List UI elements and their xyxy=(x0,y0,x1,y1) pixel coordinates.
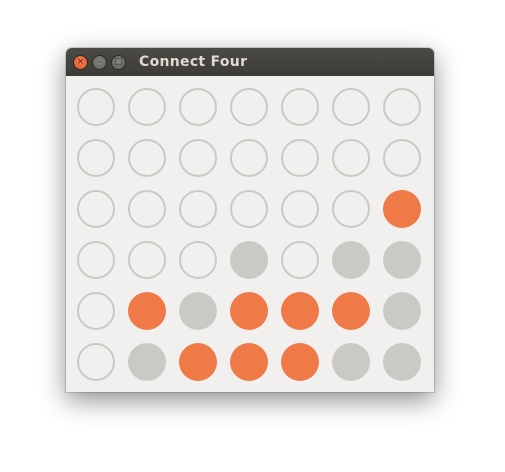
title-bar[interactable]: × – □ Connect Four xyxy=(66,48,434,76)
maximize-icon[interactable]: □ xyxy=(111,55,126,70)
board-cell-r4-c6-gray[interactable] xyxy=(332,241,370,279)
board-cell-r3-c3-empty[interactable] xyxy=(179,190,217,228)
board-cell-r1-c7-empty[interactable] xyxy=(383,88,421,126)
board-cell-r4-c7-gray[interactable] xyxy=(383,241,421,279)
board-cell-r3-c2-empty[interactable] xyxy=(128,190,166,228)
board-cell-r1-c3-empty[interactable] xyxy=(179,88,217,126)
board-cell-r6-c3-orange[interactable] xyxy=(179,343,217,381)
board-cell-r2-c5-empty[interactable] xyxy=(281,139,319,177)
board-cell-r6-c7-gray[interactable] xyxy=(383,343,421,381)
game-window: × – □ Connect Four xyxy=(66,48,434,392)
board-cell-r6-c1-empty[interactable] xyxy=(77,343,115,381)
board-cell-r6-c6-gray[interactable] xyxy=(332,343,370,381)
board-cell-r2-c3-empty[interactable] xyxy=(179,139,217,177)
board-cell-r2-c4-empty[interactable] xyxy=(230,139,268,177)
board-cell-r5-c1-empty[interactable] xyxy=(77,292,115,330)
board-cell-r3-c1-empty[interactable] xyxy=(77,190,115,228)
board-cell-r4-c4-gray[interactable] xyxy=(230,241,268,279)
close-icon[interactable]: × xyxy=(73,55,88,70)
board-cell-r2-c7-empty[interactable] xyxy=(383,139,421,177)
board-cell-r5-c4-orange[interactable] xyxy=(230,292,268,330)
minimize-icon[interactable]: – xyxy=(92,55,107,70)
board-cell-r6-c2-gray[interactable] xyxy=(128,343,166,381)
board-cell-r2-c6-empty[interactable] xyxy=(332,139,370,177)
board-cell-r1-c1-empty[interactable] xyxy=(77,88,115,126)
board-cell-r5-c3-gray[interactable] xyxy=(179,292,217,330)
board-cell-r4-c1-empty[interactable] xyxy=(77,241,115,279)
window-title: Connect Four xyxy=(139,54,248,70)
board-cell-r4-c3-empty[interactable] xyxy=(179,241,217,279)
board-cell-r3-c5-empty[interactable] xyxy=(281,190,319,228)
board-cell-r2-c1-empty[interactable] xyxy=(77,139,115,177)
board-cell-r6-c4-orange[interactable] xyxy=(230,343,268,381)
board-cell-r1-c2-empty[interactable] xyxy=(128,88,166,126)
board-cell-r3-c7-orange[interactable] xyxy=(383,190,421,228)
board-cell-r5-c2-orange[interactable] xyxy=(128,292,166,330)
board-cell-r1-c5-empty[interactable] xyxy=(281,88,319,126)
board-cell-r5-c7-gray[interactable] xyxy=(383,292,421,330)
board-cell-r5-c6-orange[interactable] xyxy=(332,292,370,330)
board-cell-r3-c6-empty[interactable] xyxy=(332,190,370,228)
board-cell-r1-c4-empty[interactable] xyxy=(230,88,268,126)
board-cell-r5-c5-orange[interactable] xyxy=(281,292,319,330)
board-cell-r1-c6-empty[interactable] xyxy=(332,88,370,126)
board-cell-r4-c5-empty[interactable] xyxy=(281,241,319,279)
board-cell-r4-c2-empty[interactable] xyxy=(128,241,166,279)
game-board[interactable] xyxy=(66,76,434,392)
board-cell-r6-c5-orange[interactable] xyxy=(281,343,319,381)
board-cell-r3-c4-empty[interactable] xyxy=(230,190,268,228)
board-cell-r2-c2-empty[interactable] xyxy=(128,139,166,177)
